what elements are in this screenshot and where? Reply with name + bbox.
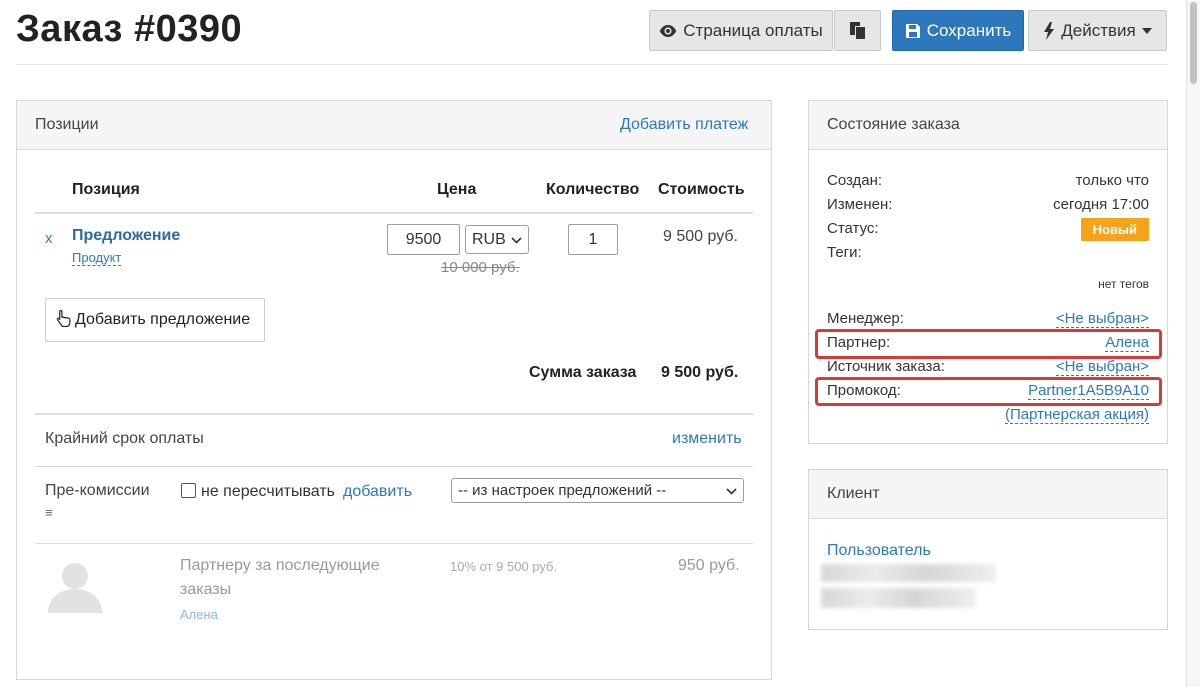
quantity-input[interactable]: 1 (568, 224, 618, 255)
client-panel-header: Клиент (809, 470, 1167, 519)
commission-percent: 10% от 9 500 руб. (450, 559, 558, 574)
deadline-divider (35, 466, 753, 467)
no-recalc-checkbox[interactable] (181, 483, 196, 498)
copy-button[interactable] (834, 10, 881, 51)
add-offer-label: Добавить предложение (75, 311, 251, 328)
partner-avatar (45, 557, 105, 613)
commission-source-select[interactable]: -- из настроек предложений -- (451, 478, 744, 503)
column-position: Позиция (72, 181, 140, 198)
status-badge[interactable]: Новый (1080, 218, 1149, 241)
client-user-link[interactable]: Пользователь (827, 542, 931, 560)
created-label: Создан: (827, 172, 883, 189)
column-quantity: Количество (546, 181, 640, 198)
floppy-icon (905, 23, 921, 39)
commission-amount: 950 руб. (678, 557, 740, 574)
payment-page-label: Страница оплаты (683, 20, 823, 40)
header-divider (16, 64, 1168, 65)
commission-divider (35, 543, 753, 544)
changed-value: сегодня 17:00 (1053, 196, 1149, 213)
hand-pointer-icon (56, 309, 71, 332)
caret-down-icon (1141, 27, 1152, 34)
deadline-change-link[interactable]: изменить (672, 430, 742, 448)
created-value: только что (1075, 172, 1149, 189)
add-commission-link[interactable]: добавить (343, 483, 412, 501)
tags-label: Теги: (827, 244, 862, 261)
column-price: Цена (437, 181, 477, 198)
positions-panel-header: Позиции Добавить платеж (17, 101, 771, 150)
quantity-input-value: 1 (588, 230, 598, 248)
positions-panel: Позиции Добавить платеж Позиция Цена Кол… (16, 100, 772, 680)
price-input-value: 9500 (405, 230, 442, 248)
item-name-link[interactable]: Предложение (72, 227, 180, 245)
scrollbar-thumb[interactable] (1190, 2, 1197, 84)
currency-select[interactable]: RUB (465, 225, 529, 254)
bolt-icon (1043, 21, 1055, 40)
tags-value[interactable]: нет тегов (1098, 277, 1149, 291)
chevron-down-icon (726, 482, 737, 499)
save-button[interactable]: Сохранить (892, 10, 1024, 51)
commission-desc-line1: Партнеру за последующие (180, 557, 380, 574)
total-value: 9 500 руб. (661, 364, 739, 381)
precommission-sub: ≡ (45, 505, 53, 520)
commission-desc-line2: заказы (180, 581, 232, 598)
item-cost: 9 500 руб. (663, 228, 738, 245)
promo-highlight (815, 377, 1162, 406)
item-old-price: 10 000 руб. (441, 259, 520, 276)
column-cost: Стоимость (658, 181, 745, 198)
order-status-header: Состояние заказа (809, 101, 1167, 150)
source-link[interactable]: <Не выбран> (1055, 358, 1149, 376)
changed-label: Изменен: (827, 196, 893, 213)
price-input[interactable]: 9500 (387, 224, 460, 255)
source-label: Источник заказа: (827, 358, 945, 375)
page-title: Заказ #0390 (16, 8, 243, 50)
commission-source-value: -- из настроек предложений -- (458, 482, 667, 499)
page-scrollbar[interactable] (1186, 0, 1200, 687)
commission-partner-link[interactable]: Алена (180, 607, 218, 622)
precommission-label: Пре-комиссии (45, 482, 150, 499)
payment-page-button[interactable]: Страница оплаты (649, 10, 833, 51)
actions-label: Действия (1061, 20, 1136, 40)
order-status-title: Состояние заказа (827, 116, 960, 133)
total-label: Сумма заказа (529, 364, 637, 381)
client-contact-blurred (821, 588, 976, 608)
chevron-down-icon (511, 231, 522, 249)
client-name-blurred (821, 564, 996, 582)
manager-link[interactable]: <Не выбран> (1055, 310, 1149, 328)
manager-label: Менеджер: (827, 310, 904, 327)
partner-highlight (815, 329, 1162, 359)
deadline-label: Крайний срок оплаты (45, 430, 204, 447)
client-panel: Клиент Пользователь (808, 469, 1168, 630)
currency-value: RUB (472, 230, 506, 248)
promo-action-link[interactable]: (Партнерская акция) (1005, 406, 1149, 424)
total-divider (35, 413, 753, 415)
no-recalc-label: не пересчитывать (201, 483, 335, 500)
positions-title: Позиции (35, 116, 99, 133)
actions-dropdown[interactable]: Действия (1028, 10, 1167, 51)
save-label: Сохранить (926, 20, 1012, 40)
item-type-link[interactable]: Продукт (72, 250, 122, 266)
add-offer-button[interactable]: Добавить предложение (45, 298, 265, 342)
add-payment-link[interactable]: Добавить платеж (620, 116, 748, 134)
status-label: Статус: (827, 220, 879, 237)
remove-item-button[interactable]: x (45, 230, 53, 247)
eye-icon (659, 24, 677, 38)
client-title: Клиент (827, 485, 880, 502)
table-header-divider (35, 212, 753, 214)
copy-icon (849, 21, 867, 41)
